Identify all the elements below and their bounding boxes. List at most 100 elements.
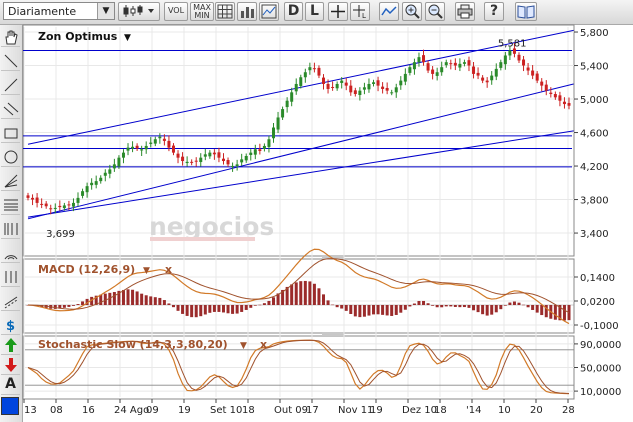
candle-body (253, 149, 257, 155)
price-title[interactable]: Zon Optimus ▼ (38, 30, 131, 43)
y-tick-label: 5,800 (580, 28, 609, 39)
macd-histogram-bar (171, 305, 175, 308)
macd-histogram-bar (140, 293, 144, 305)
macd-histogram-bar (440, 305, 444, 308)
candle-body (281, 109, 285, 118)
candle-body (431, 69, 435, 74)
candle-body (226, 160, 230, 165)
y-tick-label: 4,600 (580, 129, 609, 140)
macd-histogram-bar (499, 305, 503, 310)
x-tick-label: Dez 10 (402, 405, 437, 416)
macd-histogram-bar (522, 304, 526, 306)
candle-body (403, 73, 407, 82)
macd-histogram-bar (376, 305, 380, 315)
candle-body (153, 139, 157, 144)
candle-body (221, 158, 225, 162)
macd-histogram-bar (403, 305, 407, 310)
x-tick-label: Out 09 (274, 405, 308, 416)
candle-body (376, 80, 380, 86)
candle-body (353, 90, 357, 95)
macd-histogram-bar (76, 304, 80, 305)
macd-histogram-bar (312, 283, 316, 305)
candle-body (185, 161, 189, 164)
candle-body (121, 152, 125, 158)
candle-body (76, 197, 80, 203)
y-tick-label: 3,800 (580, 196, 609, 207)
candle-body (31, 197, 35, 200)
candle-body (362, 87, 366, 90)
close-icon[interactable]: x (165, 263, 172, 276)
candle-body (149, 142, 153, 144)
macd-histogram-bar (353, 305, 357, 317)
candle-body (526, 67, 530, 71)
candle-body (126, 147, 130, 151)
candle-body (562, 101, 566, 105)
macd-histogram-bar (349, 305, 353, 314)
macd-histogram-bar (517, 302, 521, 305)
candle-body (26, 195, 30, 198)
macd-histogram-bar (221, 305, 225, 313)
candle-body (326, 83, 330, 89)
macd-histogram-bar (408, 305, 412, 307)
macd-histogram-bar (71, 305, 75, 306)
candle-body (299, 77, 303, 86)
x-axis: 13 08 16 24 Ago09 19 Set 10 18 Out 0917 Nov 1119… (23, 399, 575, 416)
candle-body (81, 191, 85, 196)
macd-histogram-bar (303, 280, 307, 305)
candle-body (499, 62, 503, 68)
macd-histogram-bar (299, 281, 303, 305)
macd-histogram-bar (162, 300, 166, 305)
macd-histogram-bar (267, 300, 271, 305)
macd-histogram-bar (317, 288, 321, 305)
macd-histogram-bar (449, 305, 453, 307)
macd-histogram-bar (258, 304, 262, 306)
candle-body (472, 66, 476, 74)
candle-body (453, 62, 457, 66)
candle-body (235, 164, 239, 167)
y-tick-label: 5,000 (580, 95, 609, 106)
candle-body (258, 149, 262, 151)
macd-histogram-bar (235, 305, 239, 314)
macd-histogram-bar (208, 305, 212, 313)
macd-histogram-bar (144, 295, 148, 305)
macd-histogram-bar (253, 305, 257, 306)
candle-body (199, 157, 203, 163)
y-tick-label: -0,1000 (580, 321, 619, 332)
macd-histogram-bar (244, 305, 248, 310)
candle-body (544, 84, 548, 91)
macd-histogram-bar (131, 289, 135, 305)
y-tick-label: 0,0200 (580, 297, 615, 308)
macd-histogram-bar (181, 305, 185, 314)
candle-body (135, 145, 139, 149)
candle-body (412, 62, 416, 70)
x-tick-label: 19 (370, 405, 383, 416)
macd-histogram-bar (531, 305, 535, 310)
x-tick-label: 20 (530, 405, 543, 416)
x-tick-label: Nov 11 (338, 405, 373, 416)
annotation-high: 5,581 (498, 38, 527, 49)
candle-body (171, 145, 175, 153)
macd-histogram-bar (62, 305, 66, 308)
price-title-text: Zon Optimus (38, 30, 118, 43)
candle-body (271, 127, 275, 139)
close-icon[interactable]: x (260, 338, 267, 351)
candle-body (449, 63, 453, 65)
candle-body (399, 80, 403, 86)
y-tick-label: 50,0000 (580, 364, 621, 375)
candle-body (181, 156, 185, 162)
candle-body (508, 50, 512, 56)
candle-body (335, 83, 339, 89)
candle-body (53, 207, 57, 209)
macd-histogram-bar (394, 305, 398, 315)
candle-body (85, 186, 89, 193)
macd-histogram-bar (226, 305, 230, 314)
candle-body (276, 117, 280, 130)
pane-splitter[interactable] (322, 332, 344, 336)
candle-body (103, 172, 107, 176)
macd-histogram-bar (308, 281, 312, 305)
x-tick-label: 09 (146, 405, 159, 416)
y-tick-label: 3,400 (580, 229, 609, 240)
candle-body (249, 152, 253, 155)
candle-body (285, 100, 289, 108)
candle-body (494, 68, 498, 77)
